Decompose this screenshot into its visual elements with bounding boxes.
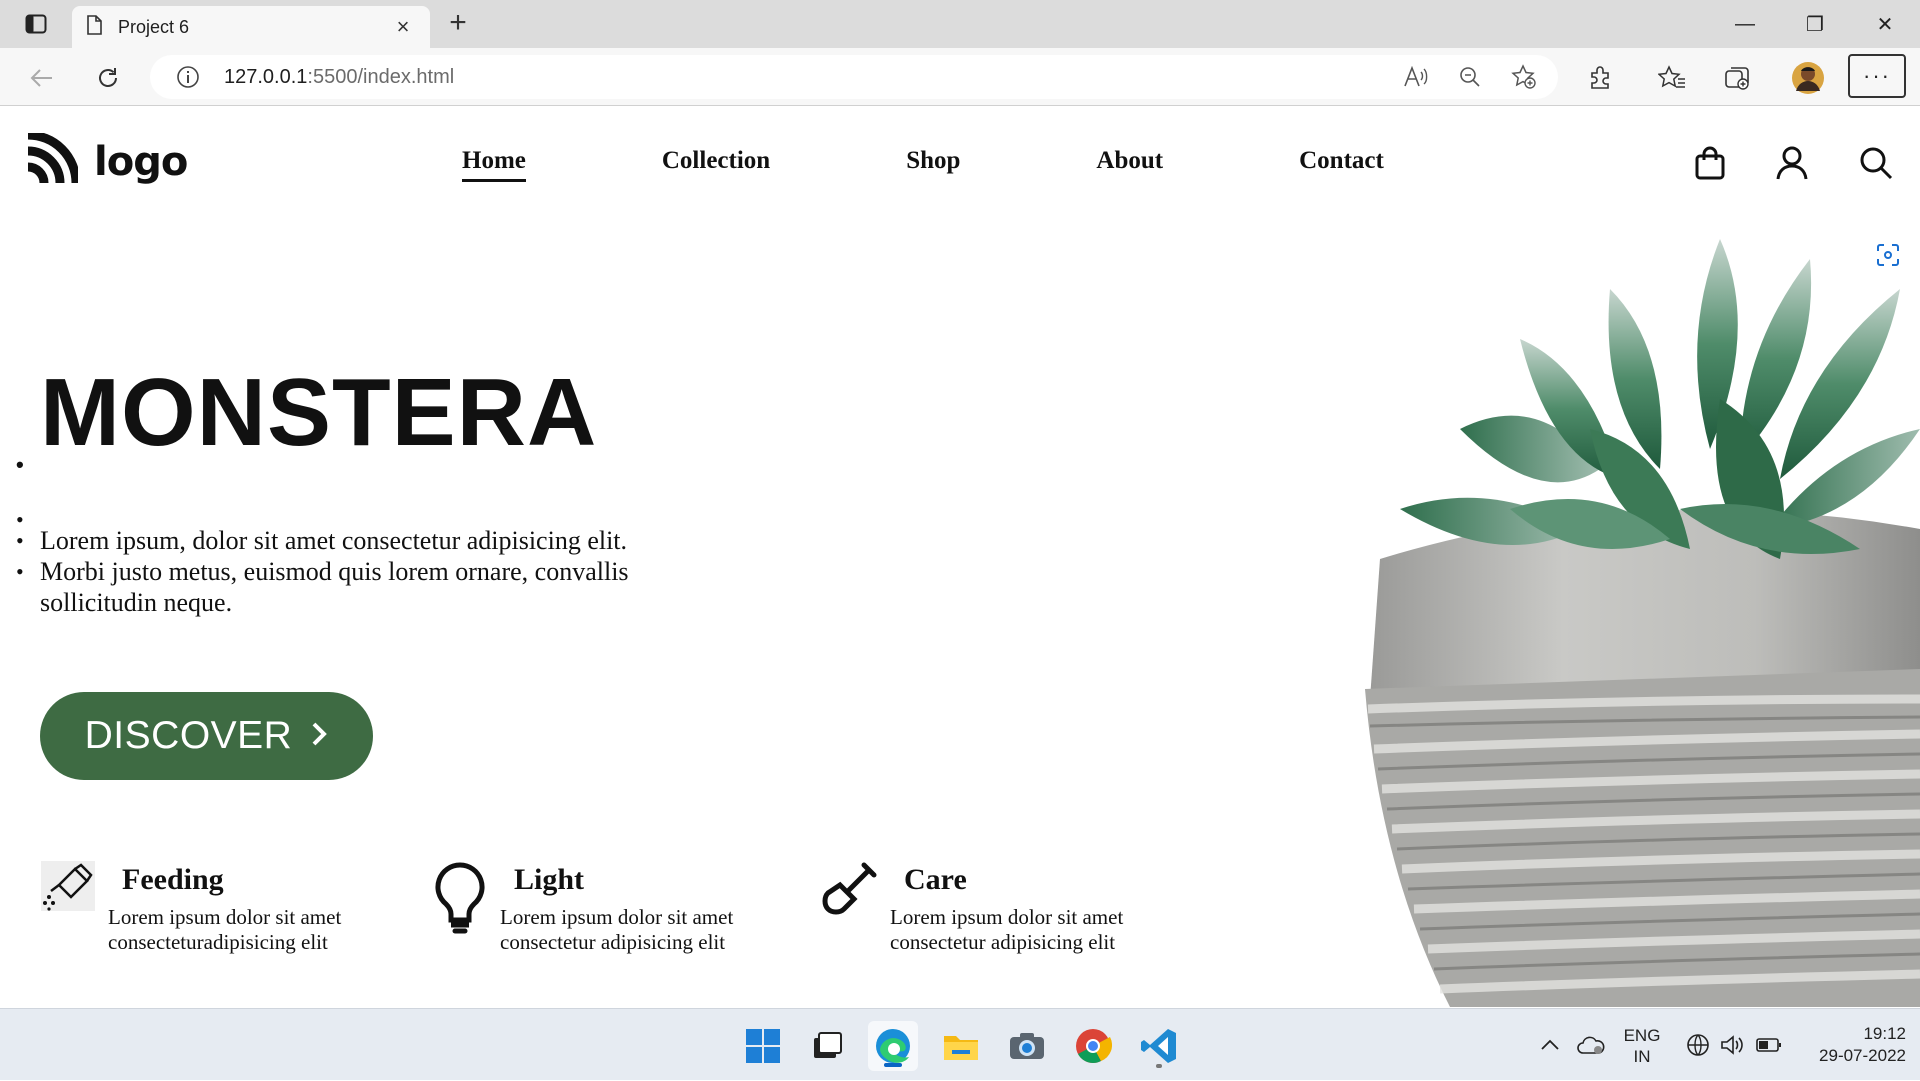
logo-icon	[26, 130, 81, 190]
new-tab-button[interactable]: +	[442, 8, 474, 40]
active-indicator	[884, 1063, 902, 1067]
collections-icon[interactable]	[1720, 60, 1756, 96]
shovel-icon	[822, 861, 878, 931]
settings-menu-button[interactable]: ···	[1848, 54, 1906, 98]
site-info-icon[interactable]	[174, 63, 202, 91]
web-page: logo Home Collection Shop About Contact …	[0, 107, 1920, 1007]
shopping-bag-icon[interactable]	[1690, 143, 1730, 183]
nav-about[interactable]: About	[1096, 147, 1163, 182]
url-text[interactable]: 127.0.0.1:5500/index.html	[224, 55, 454, 99]
add-favorite-icon[interactable]	[1510, 63, 1538, 91]
nav-home[interactable]: Home	[462, 147, 526, 182]
hero-empty-item	[16, 463, 676, 533]
url-path: :5500/index.html	[307, 66, 455, 88]
hero-text-1: Lorem ipsum, dolor sit amet consectetur …	[16, 525, 676, 556]
succulent-plant-image	[1340, 229, 1920, 1007]
task-view-icon[interactable]	[802, 1021, 852, 1071]
windows-taskbar: ENG IN 19:12 29-07-2022	[0, 1008, 1920, 1080]
logo-text: logo	[94, 138, 188, 185]
profile-avatar[interactable]	[1790, 60, 1826, 96]
refresh-button[interactable]	[90, 60, 126, 96]
vscode-icon[interactable]	[1134, 1021, 1184, 1071]
feature-title: Care	[904, 863, 967, 896]
address-bar[interactable]: 127.0.0.1:5500/index.html	[150, 55, 1558, 99]
windows-start-icon[interactable]	[738, 1021, 788, 1071]
window-controls: — ❐ ✕	[1710, 0, 1920, 48]
battery-icon[interactable]	[1756, 1009, 1782, 1081]
page-icon	[86, 14, 102, 40]
user-account-icon[interactable]	[1772, 143, 1812, 183]
browser-tab[interactable]: Project 6 ×	[72, 6, 430, 48]
onedrive-icon[interactable]	[1576, 1009, 1606, 1081]
url-host: 127.0.0.1	[224, 66, 308, 88]
camera-icon[interactable]	[1002, 1021, 1052, 1071]
chrome-icon[interactable]	[1068, 1021, 1118, 1071]
feature-title: Feeding	[122, 863, 224, 896]
discover-label: DISCOVER	[84, 714, 293, 757]
language-indicator[interactable]: ENG IN	[1620, 1025, 1664, 1067]
running-indicator	[1156, 1064, 1162, 1068]
tab-title: Project 6	[118, 16, 190, 37]
minimize-button[interactable]: —	[1710, 0, 1780, 48]
show-hidden-icons-button[interactable]	[1540, 1009, 1560, 1081]
site-logo[interactable]: logo	[26, 130, 188, 190]
nav-shop[interactable]: Shop	[906, 147, 960, 182]
feature-description: Lorem ipsum dolor sit amet consecteturad…	[108, 905, 342, 954]
tab-close-button[interactable]: ×	[390, 14, 416, 40]
feature-description: Lorem ipsum dolor sit amet consectetur a…	[890, 905, 1124, 954]
restore-button[interactable]: ❐	[1780, 0, 1850, 48]
zoom-out-icon[interactable]	[1456, 63, 1484, 91]
watering-can-icon	[40, 861, 96, 931]
network-icon[interactable]	[1686, 1009, 1710, 1081]
chevron-right-icon	[310, 714, 328, 758]
language-code: ENG	[1623, 1026, 1661, 1045]
feature-description: Lorem ipsum dolor sit amet consectetur a…	[500, 905, 734, 954]
read-aloud-icon[interactable]	[1402, 63, 1430, 91]
search-icon[interactable]	[1856, 143, 1896, 183]
volume-icon[interactable]	[1720, 1009, 1746, 1081]
edge-icon[interactable]	[868, 1021, 918, 1071]
clock[interactable]: 19:12 29-07-2022	[1796, 1023, 1906, 1067]
lightbulb-icon	[432, 861, 488, 934]
favorites-icon[interactable]	[1654, 60, 1690, 96]
clock-date: 29-07-2022	[1819, 1046, 1906, 1065]
address-bar-row: 127.0.0.1:5500/index.html ···	[0, 48, 1920, 106]
region-code: IN	[1633, 1047, 1651, 1066]
hero-text-2: Morbi justo metus, euismod quis lorem or…	[16, 556, 676, 618]
discover-button[interactable]: DISCOVER	[40, 692, 373, 780]
back-button[interactable]	[24, 60, 60, 96]
hero-list: MONSTERA Lorem ipsum, dolor sit amet con…	[16, 363, 676, 618]
nav-contact[interactable]: Contact	[1299, 147, 1384, 182]
close-window-button[interactable]: ✕	[1850, 0, 1920, 48]
main-navigation: Home Collection Shop About Contact	[462, 147, 1520, 182]
extensions-icon[interactable]	[1582, 60, 1618, 96]
nav-collection[interactable]: Collection	[662, 147, 770, 182]
feature-title: Light	[514, 863, 585, 896]
file-explorer-icon[interactable]	[936, 1021, 986, 1071]
visual-search-icon[interactable]	[1876, 243, 1902, 269]
browser-tab-bar: Project 6 × + — ❐ ✕	[0, 0, 1920, 48]
hero-title: MONSTERA	[16, 363, 676, 516]
clock-time: 19:12	[1863, 1024, 1906, 1043]
sidebar-toggle-icon[interactable]	[20, 11, 52, 37]
